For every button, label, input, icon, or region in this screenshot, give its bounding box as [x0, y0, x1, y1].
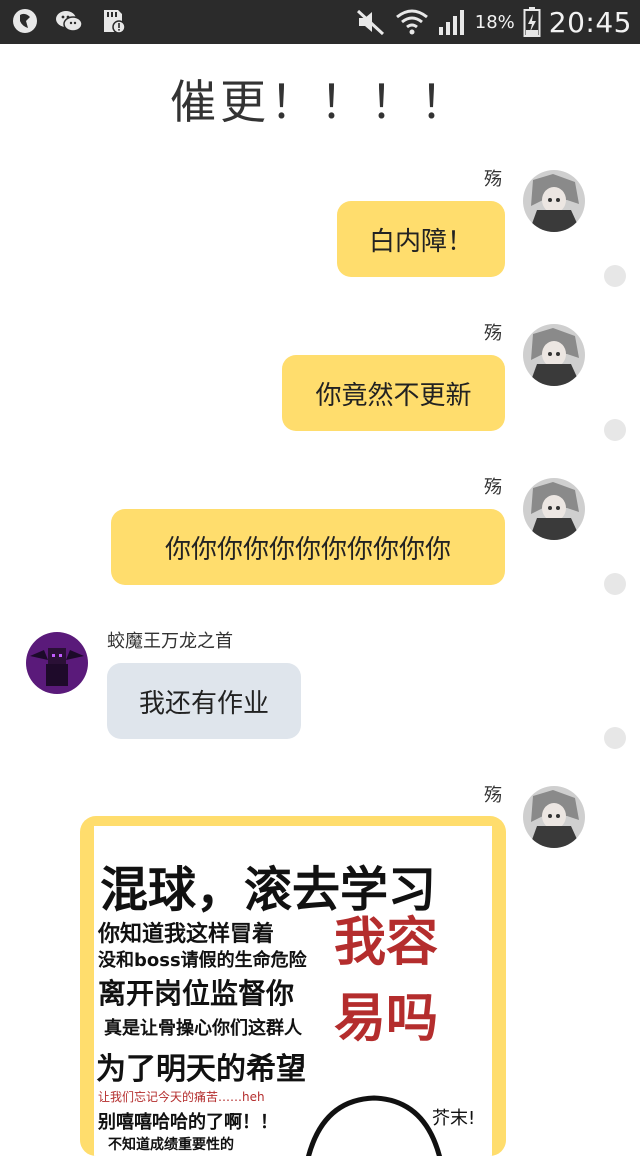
meme-line: 为了明天的希望: [96, 1052, 306, 1087]
avatar[interactable]: [26, 632, 88, 694]
avatar[interactable]: [523, 170, 585, 232]
battery-percent: 18%: [474, 11, 515, 33]
wechat-icon: [56, 11, 83, 32]
meme-line: 让我们忘记今天的痛苦……heh: [98, 1090, 265, 1104]
sd-card-icon: [104, 10, 126, 34]
meme-line: 没和boss请假的生命危险: [98, 950, 307, 971]
avatar[interactable]: [523, 786, 585, 848]
meme-image: 混球，滚去学习 你知道我这样冒着 没和boss请假的生命危险 离开岗位监督你 真…: [94, 826, 492, 1156]
read-status-dot: [604, 573, 626, 595]
meme-line: 离开岗位监督你: [98, 977, 295, 1010]
message-bubble[interactable]: 白内障！: [337, 201, 505, 277]
message-bubble[interactable]: 你竟然不更新: [282, 355, 505, 431]
location-icon: [13, 9, 37, 33]
sender-name: 殇: [484, 323, 502, 344]
signal-icon: [438, 10, 464, 35]
battery-icon: [523, 7, 541, 37]
clock: 20:45: [548, 5, 632, 39]
read-status-dot: [604, 419, 626, 441]
sender-name: 殇: [484, 785, 502, 806]
sender-name: 殇: [484, 169, 502, 190]
meme-red-text: 易吗: [334, 989, 439, 1049]
meme-red-text: 我容: [334, 913, 439, 973]
image-message[interactable]: 混球，滚去学习 你知道我这样冒着 没和boss请假的生命危险 离开岗位监督你 真…: [80, 816, 506, 1156]
chat-title: 催更！！！！: [170, 75, 470, 129]
avatar[interactable]: [523, 478, 585, 540]
read-status-dot: [604, 265, 626, 287]
sender-name: 蛟魔王万龙之首: [107, 631, 233, 652]
mute-icon: [356, 9, 384, 36]
meme-line: 真是让骨操心你们这群人: [104, 1018, 302, 1039]
message-bubble[interactable]: 你你你你你你你你你你你: [111, 509, 505, 585]
read-status-dot: [604, 727, 626, 749]
avatar[interactable]: [523, 324, 585, 386]
sender-name: 殇: [484, 477, 502, 498]
status-bar: 18% 20:45: [0, 0, 640, 44]
message-bubble[interactable]: 我还有作业: [107, 663, 301, 739]
meme-line: 不知道成绩重要性的: [108, 1137, 234, 1153]
meme-line: 别嘻嘻哈哈的了啊！！: [98, 1112, 278, 1133]
meme-line: 你知道我这样冒着: [98, 922, 275, 947]
wifi-icon: [395, 9, 428, 35]
meme-face-outline: [306, 1095, 442, 1156]
